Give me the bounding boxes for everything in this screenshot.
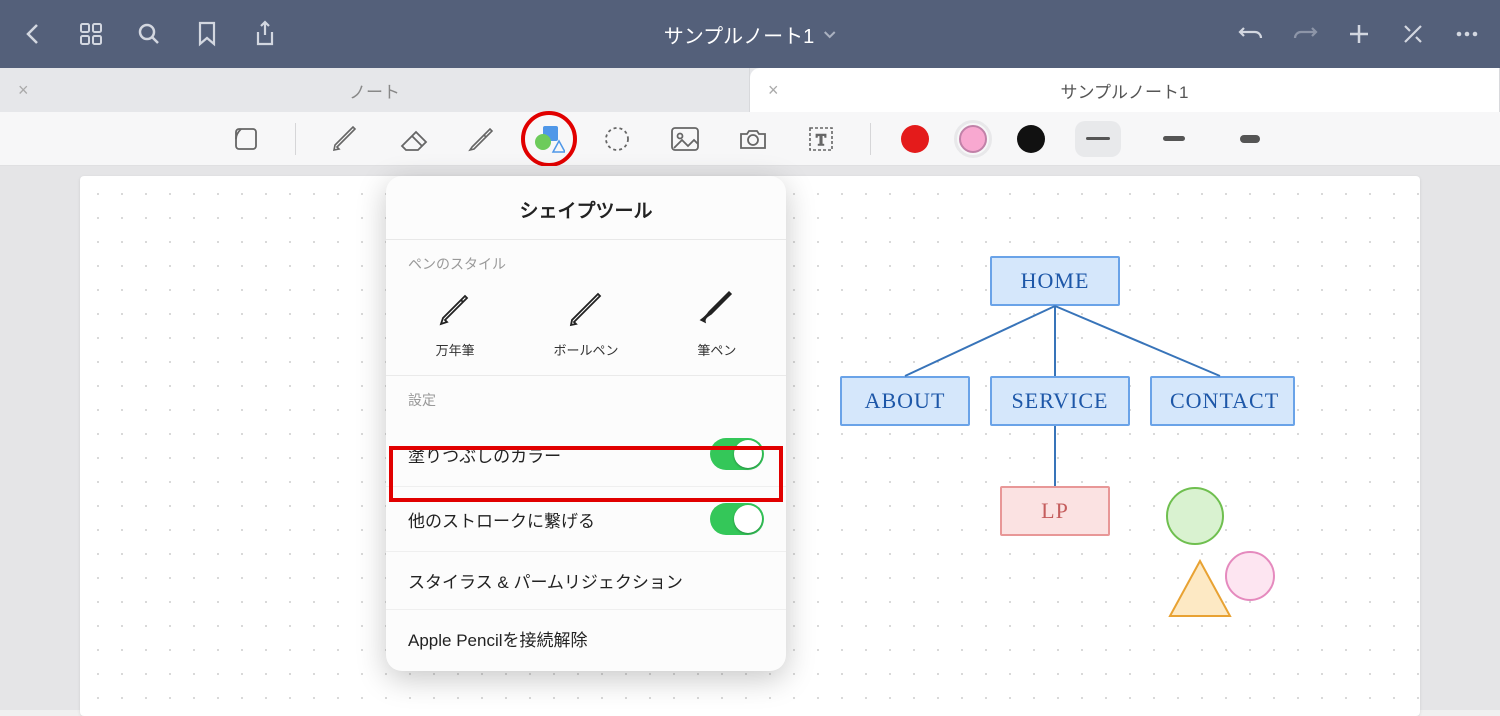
row-fill-color[interactable]: 塗りつぶしのカラー: [386, 422, 786, 487]
disable-pencil-icon[interactable]: [1400, 21, 1426, 47]
color-swatch-red[interactable]: [901, 125, 929, 153]
camera-tool[interactable]: [734, 120, 772, 158]
tab-label: サンプルノート1: [1061, 78, 1189, 103]
tab-sample-note-1[interactable]: × サンプルノート1: [750, 68, 1500, 112]
tab-label: ノート: [349, 78, 400, 103]
row-label: スタイラス & パームリジェクション: [408, 568, 683, 593]
drawing-toolbar: T: [0, 112, 1500, 166]
tab-note[interactable]: × ノート: [0, 68, 750, 112]
shape-tool[interactable]: [530, 120, 568, 158]
undo-button[interactable]: [1238, 21, 1264, 47]
add-button[interactable]: [1346, 21, 1372, 47]
toggle-fill-color[interactable]: [710, 438, 764, 470]
diagram-connectors: [830, 256, 1310, 506]
pen-styles-row: 万年筆 ボールペン 筆ペン: [386, 286, 786, 376]
settings-section-label: 設定: [386, 376, 786, 422]
separator: [295, 123, 296, 155]
stroke-width-thick[interactable]: [1227, 121, 1273, 157]
title-text: サンプルノート1: [664, 20, 815, 49]
document-title[interactable]: サンプルノート1: [664, 20, 837, 49]
popover-title: シェイプツール: [386, 176, 786, 240]
pen-style-label: 筆ペン: [697, 340, 736, 359]
search-icon[interactable]: [136, 21, 162, 47]
stroke-width-medium[interactable]: [1151, 121, 1197, 157]
pen-style-label: ボールペン: [553, 340, 618, 359]
share-icon[interactable]: [252, 21, 278, 47]
back-button[interactable]: [20, 21, 46, 47]
shape-tool-popover: シェイプツール ペンのスタイル 万年筆 ボールペン 筆ペン 設定 塗りつぶしのカ…: [386, 176, 786, 671]
color-swatch-black[interactable]: [1017, 125, 1045, 153]
pen-style-fountain[interactable]: 万年筆: [435, 290, 475, 359]
topbar-right-group: [1238, 21, 1480, 47]
read-mode-button[interactable]: [227, 120, 265, 158]
canvas-area: HOME ABOUT SERVICE CONTACT LP シェイプツール ペン…: [0, 166, 1500, 710]
pen-style-ballpoint[interactable]: ボールペン: [553, 290, 618, 359]
lasso-tool[interactable]: [598, 120, 636, 158]
pen-tool[interactable]: [326, 120, 364, 158]
pen-style-label: 万年筆: [436, 340, 475, 359]
redo-button[interactable]: [1292, 21, 1318, 47]
pen-style-brush[interactable]: 筆ペン: [697, 290, 737, 359]
image-tool[interactable]: [666, 120, 704, 158]
row-stylus-palm[interactable]: スタイラス & パームリジェクション: [386, 552, 786, 610]
row-connect-strokes[interactable]: 他のストロークに繋げる: [386, 487, 786, 552]
highlighter-tool[interactable]: [462, 120, 500, 158]
toggle-connect-strokes[interactable]: [710, 503, 764, 535]
row-disconnect-pencil[interactable]: Apple Pencilを接続解除: [386, 610, 786, 671]
pen-style-section-label: ペンのスタイル: [386, 240, 786, 286]
note-paper[interactable]: HOME ABOUT SERVICE CONTACT LP シェイプツール ペン…: [80, 176, 1420, 716]
separator: [870, 123, 871, 155]
eraser-tool[interactable]: [394, 120, 432, 158]
color-swatch-pink[interactable]: [959, 125, 987, 153]
grid-view-icon[interactable]: [78, 21, 104, 47]
chevron-down-icon: [822, 23, 836, 46]
more-icon[interactable]: [1454, 21, 1480, 47]
row-label: 塗りつぶしのカラー: [408, 442, 561, 467]
svg-text:T: T: [816, 132, 826, 149]
bookmark-icon[interactable]: [194, 21, 220, 47]
row-label: Apple Pencilを接続解除: [408, 626, 588, 651]
diagram: HOME ABOUT SERVICE CONTACT LP: [830, 256, 1310, 686]
diagram-shapes: [1130, 476, 1300, 636]
tab-bar: × ノート × サンプルノート1: [0, 68, 1500, 112]
text-tool[interactable]: T: [802, 120, 840, 158]
close-icon[interactable]: ×: [18, 80, 29, 101]
close-icon[interactable]: ×: [768, 80, 779, 101]
app-topbar: サンプルノート1: [0, 0, 1500, 68]
row-label: 他のストロークに繋げる: [408, 507, 595, 532]
topbar-left-group: [20, 21, 278, 47]
stroke-width-thin[interactable]: [1075, 121, 1121, 157]
